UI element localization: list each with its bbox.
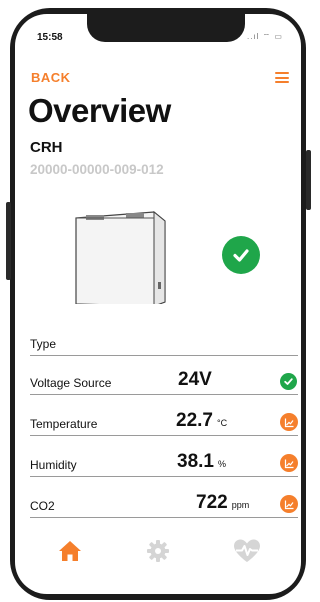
tab-home[interactable]: [53, 534, 87, 568]
device-image: [75, 210, 166, 304]
temperature-label: Temperature: [30, 417, 98, 431]
phone-side-button: [6, 202, 11, 280]
phone-power-button: [306, 150, 311, 210]
tab-health[interactable]: [227, 534, 267, 568]
status-ok-icon: [222, 236, 260, 274]
temperature-row: Temperature 22.7 °C: [30, 409, 298, 436]
voltage-row: Voltage Source 24V: [30, 368, 298, 395]
humidity-chart-icon[interactable]: [280, 454, 298, 472]
humidity-label: Humidity: [30, 458, 77, 472]
page-title: Overview: [28, 92, 171, 129]
co2-value: 722 ppm: [196, 492, 250, 513]
voltage-value: 24V: [178, 369, 212, 390]
humidity-unit: %: [217, 459, 226, 469]
phone-notch: [87, 14, 245, 42]
co2-label: CO2: [30, 499, 55, 513]
temperature-unit: °C: [216, 418, 228, 428]
co2-unit: ppm: [231, 500, 250, 510]
hamburger-menu-icon[interactable]: [275, 72, 289, 83]
device-serial: 20000-00000-009-012: [30, 162, 164, 177]
voltage-check-icon: [280, 373, 297, 390]
voltage-label: Voltage Source: [30, 376, 112, 390]
temperature-chart-icon[interactable]: [280, 413, 298, 431]
device-type: CRH: [30, 139, 63, 156]
status-icons: ..ıl ⌔ ▭: [247, 32, 283, 41]
temperature-value: 22.7 °C: [176, 410, 228, 431]
humidity-value: 38.1%: [177, 451, 226, 472]
back-button[interactable]: BACK: [31, 70, 71, 85]
heart-pulse-icon: [234, 539, 260, 562]
home-icon: [59, 541, 81, 561]
gear-icon: [147, 540, 169, 562]
humidity-row: Humidity 38.1%: [30, 450, 298, 477]
tab-settings[interactable]: [141, 534, 175, 568]
co2-row: CO2 722 ppm: [30, 491, 298, 518]
co2-chart-icon[interactable]: [280, 495, 298, 513]
table-header-row: Type: [30, 329, 298, 356]
tab-bar: [15, 534, 301, 584]
phone-screen: 15:58 ..ıl ⌔ ▭ BACK Overview CRH 20000-0…: [15, 14, 301, 594]
status-time: 15:58: [37, 32, 63, 43]
table-header-label: Type: [30, 337, 57, 351]
